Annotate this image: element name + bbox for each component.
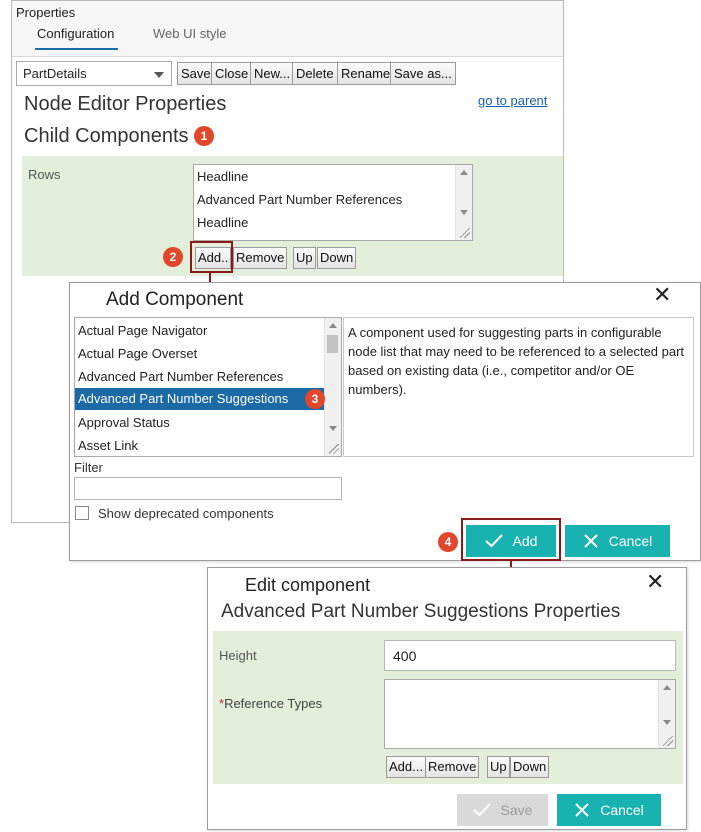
- tab-configuration[interactable]: Configuration: [35, 26, 119, 50]
- edit-component-subtitle: Advanced Part Number Suggestions Propert…: [221, 601, 621, 622]
- cancel-button-label: Cancel: [600, 802, 644, 818]
- list-item[interactable]: Actual Page Overset: [75, 343, 325, 365]
- config-select-value: PartDetails: [23, 66, 87, 81]
- close-icon[interactable]: ✕: [646, 571, 664, 593]
- list-item[interactable]: Headline: [197, 169, 248, 184]
- new-button[interactable]: New...: [250, 62, 295, 85]
- resize-grip-icon[interactable]: [663, 736, 673, 746]
- list-item[interactable]: Advanced Part Number References: [75, 366, 325, 388]
- rows-label: Rows: [28, 167, 61, 182]
- show-deprecated-checkbox[interactable]: [75, 506, 89, 520]
- properties-title: Properties: [16, 5, 76, 20]
- step-marker-3: 3: [305, 389, 325, 409]
- dialog-title: Add Component: [106, 289, 244, 310]
- scroll-down-icon[interactable]: [663, 720, 671, 725]
- scroll-down-icon[interactable]: [460, 210, 468, 215]
- up-reference-type-button[interactable]: Up: [487, 756, 510, 778]
- list-item[interactable]: Advanced Part Number References: [197, 192, 402, 207]
- add-button-label: Add: [512, 533, 538, 549]
- page-title: Node Editor Properties: [24, 93, 227, 115]
- list-item[interactable]: Actual Page Navigator: [75, 320, 325, 342]
- rename-button[interactable]: Rename: [337, 62, 395, 85]
- filter-input[interactable]: [74, 477, 342, 500]
- close-icon: [583, 534, 598, 548]
- list-item[interactable]: Approval Status: [75, 412, 325, 434]
- show-deprecated-label: Show deprecated components: [98, 506, 274, 521]
- cancel-button[interactable]: Cancel: [557, 794, 661, 826]
- reference-types-label-text: Reference Types: [224, 696, 323, 711]
- cancel-button-label: Cancel: [608, 533, 653, 549]
- tab-web-ui-style[interactable]: Web UI style: [153, 26, 226, 48]
- remove-reference-type-button[interactable]: Remove: [425, 756, 480, 778]
- save-button[interactable]: Save: [457, 794, 548, 826]
- check-icon: [472, 803, 491, 817]
- chevron-down-icon: [154, 72, 164, 78]
- step-marker-4: 4: [438, 532, 458, 552]
- up-row-button[interactable]: Up: [293, 247, 316, 269]
- list-item[interactable]: Asset Link: [75, 435, 325, 456]
- check-icon: [484, 534, 503, 548]
- child-components-heading: Child Components: [24, 125, 189, 147]
- reference-types-label: *Reference Types: [219, 696, 322, 711]
- cancel-button[interactable]: Cancel: [565, 525, 670, 557]
- component-description: A component used for suggesting parts in…: [343, 317, 694, 457]
- add-button-callout: [190, 241, 233, 273]
- down-row-button[interactable]: Down: [317, 247, 357, 269]
- scroll-up-icon[interactable]: [329, 323, 337, 328]
- scrollbar[interactable]: [324, 318, 341, 456]
- scrollbar-thumb[interactable]: [327, 335, 338, 353]
- list-item[interactable]: Headline: [197, 215, 248, 230]
- save-as-button[interactable]: Save as...: [390, 62, 456, 85]
- close-button[interactable]: Close: [211, 62, 253, 85]
- height-input[interactable]: 400: [384, 640, 676, 671]
- reference-types-listbox[interactable]: [384, 679, 676, 749]
- down-reference-type-button[interactable]: Down: [510, 756, 550, 778]
- scroll-down-icon[interactable]: [329, 426, 337, 431]
- step-marker-2: 2: [163, 247, 183, 267]
- save-button[interactable]: Save: [177, 62, 215, 85]
- close-icon: [575, 803, 589, 817]
- go-to-parent-link[interactable]: go to parent: [478, 93, 547, 108]
- remove-row-button[interactable]: Remove: [233, 247, 288, 269]
- height-label: Height: [219, 648, 257, 663]
- list-item-selected[interactable]: Advanced Part Number Suggestions: [75, 388, 325, 410]
- resize-grip-icon[interactable]: [329, 444, 339, 454]
- component-listbox[interactable]: Actual Page Navigator Actual Page Overse…: [74, 317, 342, 457]
- add-component-button[interactable]: Add: [466, 525, 556, 557]
- delete-button[interactable]: Delete: [292, 62, 338, 85]
- resize-grip-icon[interactable]: [460, 228, 470, 238]
- dialog-title: Edit component: [245, 575, 371, 595]
- save-button-label: Save: [500, 802, 533, 818]
- filter-label: Filter: [74, 460, 103, 475]
- rows-listbox[interactable]: Headline Advanced Part Number References…: [193, 164, 473, 241]
- scroll-up-icon[interactable]: [663, 685, 671, 690]
- scroll-up-icon[interactable]: [460, 170, 468, 175]
- add-reference-type-button[interactable]: Add...: [386, 756, 426, 778]
- config-select[interactable]: PartDetails: [16, 61, 172, 86]
- close-icon[interactable]: ✕: [653, 284, 671, 306]
- step-marker-1: 1: [194, 126, 214, 146]
